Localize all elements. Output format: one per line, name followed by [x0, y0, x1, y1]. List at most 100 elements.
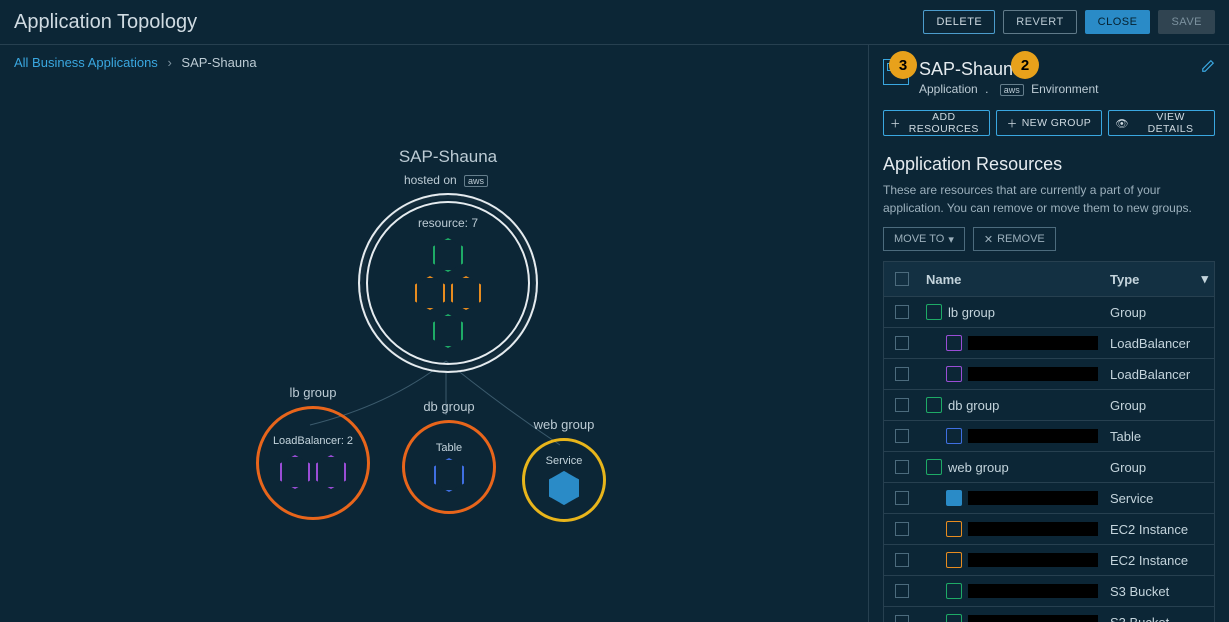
side-panel: SAP-Shauna Application . aws Environment… — [869, 45, 1229, 622]
col-type[interactable]: Type ▾ — [1104, 271, 1214, 287]
row-type: Group — [1104, 305, 1214, 320]
table-row[interactable]: lb group Group — [884, 297, 1214, 328]
row-type: S3 Bucket — [1104, 615, 1214, 622]
row-checkbox[interactable] — [895, 429, 909, 443]
table-row[interactable]: LoadBalancer — [884, 328, 1214, 359]
topology-group-lb[interactable]: lb group LoadBalancer: 2 — [256, 385, 370, 520]
breadcrumb-root[interactable]: All Business Applications — [14, 55, 158, 70]
row-checkbox[interactable] — [895, 491, 909, 505]
row-type: LoadBalancer — [1104, 367, 1214, 382]
row-type: Service — [1104, 491, 1214, 506]
resource-count: resource: 7 — [418, 216, 478, 230]
redacted-name — [968, 553, 1098, 567]
select-all-checkbox[interactable] — [895, 272, 909, 286]
table-row[interactable]: LoadBalancer — [884, 359, 1214, 390]
svc-blue-icon — [946, 490, 962, 506]
redacted-name — [968, 336, 1098, 350]
table-header: Name Type ▾ — [884, 262, 1214, 297]
ec2-orange-icon — [946, 521, 962, 537]
add-resources-button[interactable]: ＋ ADD RESOURCES — [883, 110, 990, 136]
group-content: LoadBalancer: 2 — [273, 435, 353, 447]
new-group-button[interactable]: ＋ NEW GROUP — [996, 110, 1103, 136]
redacted-name — [968, 429, 1098, 443]
s3-green-icon — [946, 583, 962, 599]
breadcrumb-sep: › — [161, 55, 177, 70]
group-title: web group — [534, 417, 595, 432]
row-checkbox[interactable] — [895, 398, 909, 412]
ec2-icon — [415, 276, 445, 310]
side-app-subtitle: Application . aws Environment — [919, 82, 1098, 96]
aws-icon: aws — [1000, 84, 1024, 96]
close-button[interactable]: CLOSE — [1085, 10, 1151, 34]
side-app-title: SAP-Shauna — [919, 59, 1098, 80]
service-icon — [549, 471, 579, 505]
s3-icon — [433, 314, 463, 348]
view-details-button[interactable]: 👁 VIEW DETAILS — [1108, 110, 1215, 136]
row-checkbox[interactable] — [895, 615, 909, 622]
page-title: Application Topology — [14, 11, 197, 34]
s3-green-icon — [946, 614, 962, 622]
lb-purple-icon — [946, 335, 962, 351]
s3-icon — [433, 238, 463, 272]
aws-icon: aws — [464, 175, 488, 187]
col-name[interactable]: Name — [920, 272, 1104, 287]
row-name: lb group — [948, 305, 995, 320]
topology-canvas[interactable]: All Business Applications › SAP-Shauna S… — [0, 45, 869, 622]
table-row[interactable]: S3 Bucket — [884, 576, 1214, 607]
topology-group-web[interactable]: web group Service — [522, 417, 606, 522]
root-title: SAP-Shauna — [399, 147, 497, 167]
plus-icon: ＋ — [890, 116, 901, 131]
group-green-icon — [926, 304, 942, 320]
group-green-icon — [926, 397, 942, 413]
breadcrumb: All Business Applications › SAP-Shauna — [0, 45, 868, 80]
row-checkbox[interactable] — [895, 584, 909, 598]
header-bar: Application Topology DELETE REVERT CLOSE… — [0, 0, 1229, 45]
row-type: EC2 Instance — [1104, 522, 1214, 537]
table-row[interactable]: Service — [884, 483, 1214, 514]
ec2-icon — [451, 276, 481, 310]
row-checkbox[interactable] — [895, 460, 909, 474]
row-name: db group — [948, 398, 999, 413]
table-row[interactable]: db groupGroup — [884, 390, 1214, 421]
table-row[interactable]: S3 Bucket — [884, 607, 1214, 622]
chevron-down-icon: ▾ — [948, 233, 954, 246]
save-button[interactable]: SAVE — [1158, 10, 1215, 34]
table-row[interactable]: EC2 Instance — [884, 514, 1214, 545]
table-row[interactable]: web group Group — [884, 452, 1214, 483]
loadbalancer-icon — [316, 455, 346, 489]
topology-group-db[interactable]: db group Table — [402, 399, 496, 514]
remove-button[interactable]: ✕ REMOVE — [973, 227, 1056, 251]
row-type: EC2 Instance — [1104, 553, 1214, 568]
section-title: Application Resources — [883, 154, 1215, 175]
row-checkbox[interactable] — [895, 336, 909, 350]
row-name: web group — [948, 460, 1009, 475]
edit-icon[interactable] — [1201, 59, 1215, 76]
row-checkbox[interactable] — [895, 553, 909, 567]
redacted-name — [968, 615, 1098, 622]
row-type: S3 Bucket — [1104, 584, 1214, 599]
row-checkbox[interactable] — [895, 522, 909, 536]
group-content: Service — [546, 455, 583, 467]
app-icon — [883, 59, 909, 85]
eye-icon: 👁 — [1115, 117, 1129, 130]
delete-button[interactable]: DELETE — [923, 10, 995, 34]
revert-button[interactable]: REVERT — [1003, 10, 1076, 34]
row-checkbox[interactable] — [895, 305, 909, 319]
db-blue-icon — [946, 428, 962, 444]
group-content: Table — [436, 442, 462, 454]
group-title: db group — [423, 399, 474, 414]
redacted-name — [968, 491, 1098, 505]
redacted-name — [968, 522, 1098, 536]
row-checkbox[interactable] — [895, 367, 909, 381]
table-row[interactable]: EC2 Instance — [884, 545, 1214, 576]
resources-table: Name Type ▾ lb group Group LoadBalancer Loa… — [883, 261, 1215, 622]
redacted-name — [968, 584, 1098, 598]
row-type: Group — [1104, 460, 1214, 475]
row-type: LoadBalancer — [1104, 336, 1214, 351]
topology-root-node[interactable]: SAP-Shauna hosted on aws resource: 7 — [358, 147, 538, 373]
group-green-icon — [926, 459, 942, 475]
close-icon: ✕ — [984, 233, 993, 246]
table-row[interactable]: Table — [884, 421, 1214, 452]
filter-icon[interactable]: ▾ — [1201, 271, 1208, 287]
move-to-button[interactable]: MOVE TO ▾ — [883, 227, 965, 251]
